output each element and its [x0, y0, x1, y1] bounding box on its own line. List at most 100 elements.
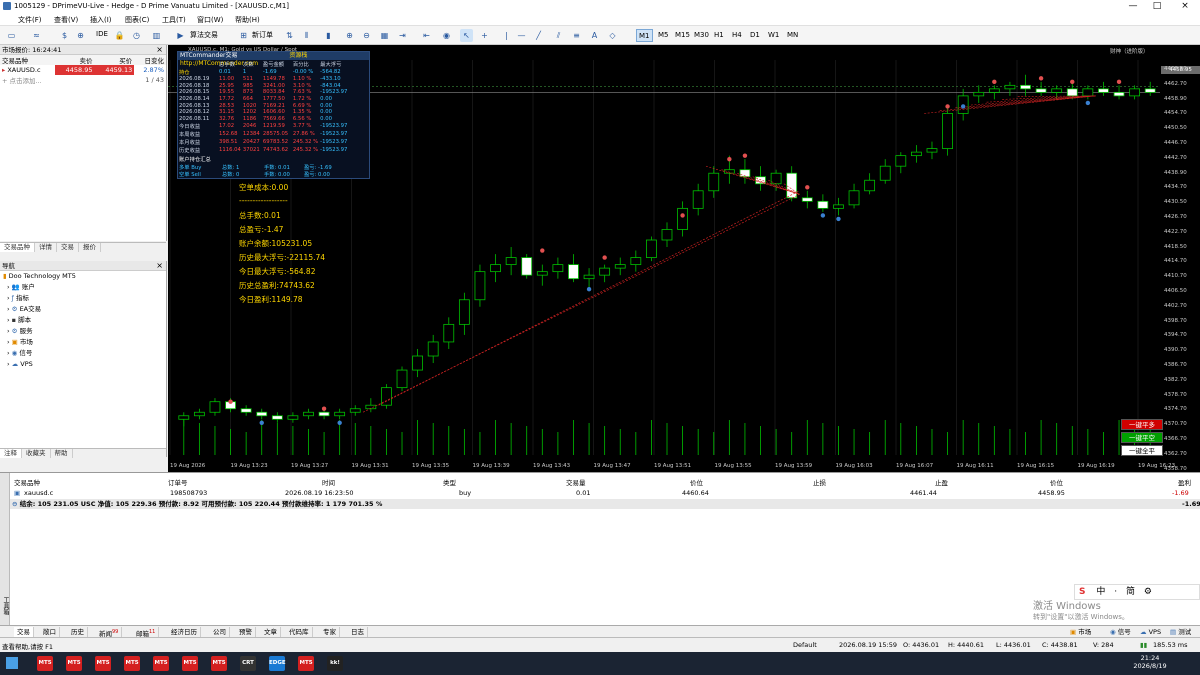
col-time[interactable]: 时间: [322, 477, 335, 487]
taskbar-app-icon[interactable]: MT5: [124, 656, 140, 671]
tab-alerts[interactable]: 预警: [236, 627, 256, 637]
maximize-button[interactable]: □: [1145, 0, 1169, 13]
nav-accounts[interactable]: › 👥 账户: [0, 282, 166, 293]
cursor-icon[interactable]: ↖: [460, 29, 473, 42]
crosshair-icon[interactable]: +: [478, 29, 491, 42]
close-all-button[interactable]: 一键全平: [1121, 445, 1163, 456]
tab-articles[interactable]: 文章: [261, 627, 281, 637]
tab-details[interactable]: 详情: [35, 243, 57, 252]
add-symbol-row[interactable]: + 点击添加... 1 / 43: [0, 75, 166, 85]
menu-window[interactable]: 窗口(W): [197, 15, 223, 25]
ime-lang-button[interactable]: 中: [1096, 587, 1105, 597]
tab-exposure[interactable]: 敞口: [40, 627, 60, 637]
col-price[interactable]: 价位: [690, 477, 703, 487]
tab-trade[interactable]: 交易: [14, 627, 34, 637]
tab-calendar[interactable]: 经济日历: [168, 627, 201, 637]
close-sells-button[interactable]: 一键平空: [1121, 432, 1163, 443]
col-volume[interactable]: 交易量: [566, 477, 586, 487]
menu-file[interactable]: 文件(F): [18, 15, 42, 25]
col-ticket[interactable]: 订单号: [168, 477, 188, 487]
taskbar-app-icon[interactable]: EDGE: [269, 656, 286, 671]
text-icon[interactable]: A: [588, 29, 601, 42]
shapes-icon[interactable]: ◇: [606, 29, 619, 42]
bar-chart-icon[interactable]: ▥: [150, 29, 163, 42]
col-tp[interactable]: 止盈: [935, 477, 948, 487]
signals-link[interactable]: ◉ 信号: [1110, 627, 1131, 637]
col-ask[interactable]: 买价: [94, 55, 134, 65]
grid-icon[interactable]: ▦: [378, 29, 391, 42]
taskbar-app-icon[interactable]: MT5: [182, 656, 198, 671]
tf-m30[interactable]: M30: [692, 29, 711, 42]
ime-settings-icon[interactable]: ⚙: [1144, 587, 1152, 597]
status-profile[interactable]: Default: [793, 641, 817, 649]
tab-common[interactable]: 注释: [0, 449, 22, 458]
menu-help[interactable]: 帮助(H): [235, 15, 260, 25]
ime-punct-button[interactable]: ·: [1114, 587, 1117, 597]
tester-link[interactable]: ▤ 测试: [1170, 627, 1191, 637]
tf-w1[interactable]: W1: [766, 29, 781, 42]
horizontal-line-icon[interactable]: —: [515, 29, 528, 42]
close-icon[interactable]: ×: [156, 261, 163, 271]
nav-market[interactable]: › ▣ 市场: [0, 337, 166, 348]
tab-trading[interactable]: 交易: [57, 243, 79, 252]
channel-icon[interactable]: ⫽: [552, 29, 565, 42]
tab-history[interactable]: 历史: [68, 627, 88, 637]
screenshot-icon[interactable]: ◉: [440, 29, 453, 42]
taskbar-app-icon[interactable]: MT5: [211, 656, 227, 671]
col-symbol[interactable]: 交易品种: [0, 55, 55, 65]
bars-icon[interactable]: ⫴: [300, 29, 313, 42]
col-sl[interactable]: 止损: [813, 477, 826, 487]
tab-company[interactable]: 公司: [210, 627, 230, 637]
market-watch-icon[interactable]: $: [58, 29, 71, 42]
algo-trading-button[interactable]: 算法交易: [190, 30, 218, 40]
tab-journal[interactable]: 日志: [348, 627, 368, 637]
ime-logo-icon[interactable]: S: [1079, 587, 1085, 597]
new-chart-icon[interactable]: ▭: [5, 29, 18, 42]
close-button[interactable]: ×: [1173, 0, 1197, 13]
minimize-button[interactable]: —: [1121, 0, 1145, 13]
taskbar-app-icon[interactable]: kk!: [327, 656, 343, 671]
depth-icon[interactable]: ⇅: [283, 29, 296, 42]
col-type[interactable]: 类型: [443, 477, 456, 487]
nav-broker[interactable]: ▮ Doo Technology MT5: [0, 271, 166, 282]
taskbar-app-icon[interactable]: MT5: [95, 656, 111, 671]
tab-symbols[interactable]: 交易品种: [0, 243, 35, 252]
history-icon[interactable]: ◷: [130, 29, 143, 42]
row-tp[interactable]: 4461.44: [910, 489, 937, 497]
tf-d1[interactable]: D1: [748, 29, 762, 42]
zoom-out-icon[interactable]: ⊖: [360, 29, 373, 42]
nav-experts[interactable]: › ⚙ EA交易: [0, 304, 166, 315]
tf-h1[interactable]: H1: [712, 29, 726, 42]
close-icon[interactable]: ×: [156, 45, 163, 55]
tab-ticks[interactable]: 报价: [79, 243, 101, 252]
ime-simplified-button[interactable]: 简: [1126, 587, 1135, 597]
close-buys-button[interactable]: 一键平多: [1121, 419, 1163, 430]
menu-tools[interactable]: 工具(T): [162, 15, 186, 25]
menu-view[interactable]: 查看(V): [54, 15, 78, 25]
new-order-icon[interactable]: ⊞: [237, 29, 250, 42]
table-row[interactable]: ▸ XAUUSD.c 4458.95 4459.13 2.87%: [0, 65, 166, 75]
taskbar-clock[interactable]: 21:24 2026/8/19: [1128, 654, 1172, 670]
candles-icon[interactable]: ▮: [322, 29, 335, 42]
tab-help[interactable]: 帮助: [51, 449, 73, 458]
col-symbol[interactable]: 交易品种: [14, 477, 40, 487]
tf-h4[interactable]: H4: [730, 29, 744, 42]
menu-chart[interactable]: 图表(C): [125, 15, 149, 25]
menu-insert[interactable]: 插入(I): [90, 15, 112, 25]
tab-codebase[interactable]: 代码库: [286, 627, 313, 637]
tab-experts[interactable]: 专家: [320, 627, 340, 637]
zoom-in-icon[interactable]: ⊕: [343, 29, 356, 42]
vertical-line-icon[interactable]: |: [500, 29, 513, 42]
tab-favorites[interactable]: 收藏夹: [22, 449, 51, 458]
trendline-icon[interactable]: ╱: [532, 29, 545, 42]
taskbar-app-icon[interactable]: MT5: [298, 656, 314, 671]
nav-vps[interactable]: › ☁ VPS: [0, 359, 166, 370]
nav-services[interactable]: › ⚙ 服务: [0, 326, 166, 337]
tf-m15[interactable]: M15: [673, 29, 692, 42]
profiles-icon[interactable]: ≈: [30, 29, 43, 42]
lock-icon[interactable]: 🔒: [113, 29, 126, 42]
tf-m1[interactable]: M1: [636, 29, 653, 42]
tf-mn[interactable]: MN: [785, 29, 800, 42]
nav-signals[interactable]: › ◉ 信号: [0, 348, 166, 359]
taskbar-app-icon[interactable]: MT5: [66, 656, 82, 671]
